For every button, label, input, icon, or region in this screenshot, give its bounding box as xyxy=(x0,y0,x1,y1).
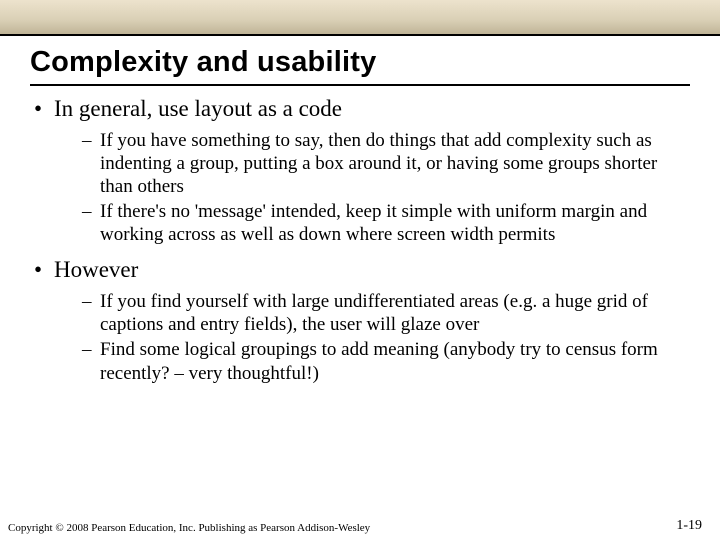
bullet-level2: – If you find yourself with large undiff… xyxy=(82,290,686,336)
dash-icon: – xyxy=(82,200,100,246)
dash-icon: – xyxy=(82,129,100,199)
slide-body: •In general, use layout as a code – If y… xyxy=(34,95,686,395)
sub-bullet-group: – If you have something to say, then do … xyxy=(82,129,686,247)
top-decorative-band xyxy=(0,0,720,34)
bullet-dot-icon: • xyxy=(34,256,54,284)
dash-icon: – xyxy=(82,290,100,336)
top-rule xyxy=(0,34,720,36)
title-underline xyxy=(30,84,690,86)
bullet-text: In general, use layout as a code xyxy=(54,96,342,121)
sub-bullet-text: If you find yourself with large undiffer… xyxy=(100,290,686,336)
dash-icon: – xyxy=(82,338,100,384)
bullet-level1: •However xyxy=(34,256,686,284)
sub-bullet-group: – If you find yourself with large undiff… xyxy=(82,290,686,385)
slide: Complexity and usability •In general, us… xyxy=(0,0,720,540)
sub-bullet-text: If you have something to say, then do th… xyxy=(100,129,686,199)
sub-bullet-text: If there's no 'message' intended, keep i… xyxy=(100,200,686,246)
footer-page-number: 1-19 xyxy=(676,518,702,534)
bullet-level1: •In general, use layout as a code xyxy=(34,95,686,123)
slide-title: Complexity and usability xyxy=(30,46,376,79)
bullet-text: However xyxy=(54,257,138,282)
bullet-level2: – Find some logical groupings to add mea… xyxy=(82,338,686,384)
bullet-level2: – If there's no 'message' intended, keep… xyxy=(82,200,686,246)
sub-bullet-text: Find some logical groupings to add meani… xyxy=(100,338,686,384)
footer-copyright: Copyright © 2008 Pearson Education, Inc.… xyxy=(8,522,370,534)
bullet-level2: – If you have something to say, then do … xyxy=(82,129,686,199)
bullet-dot-icon: • xyxy=(34,95,54,123)
